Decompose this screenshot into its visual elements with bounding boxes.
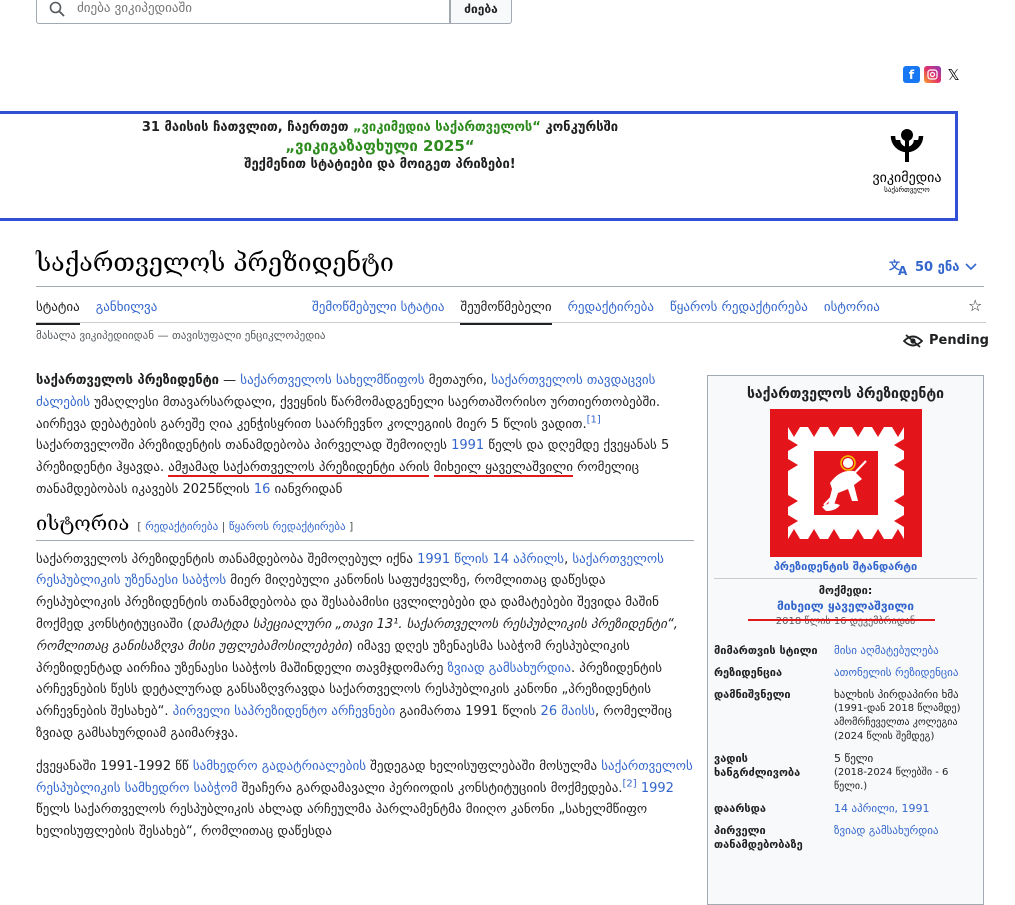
infobox-title: საქართველოს პრეზიდენტი (746, 386, 945, 402)
infobox-rows: მიმართვის სტილი მისი აღმატებულება რეზიდე… (714, 644, 979, 860)
eye-slash-icon (903, 333, 923, 348)
translate-icon: 文 A (889, 258, 908, 276)
infobox: საქართველოს პრეზიდენტი პრეზიდენტის შტანდ… (707, 375, 984, 905)
tab-unreviewed[interactable]: შეუმოწმებელი (460, 296, 552, 325)
ref-1[interactable]: [1] (587, 414, 601, 425)
intro-paragraph: საქართველოს პრეზიდენტი — საქართველოს სახ… (36, 373, 670, 497)
banner-line3: შექმენით სტატიები და მოიგეთ პრიზები! (244, 157, 516, 172)
highlighted-text: ამჟამად საქართველოს პრეზიდენტი არის (168, 460, 430, 478)
link-gamsakhurdia[interactable]: ზვიად გამსახურდია (447, 661, 571, 676)
link-1992[interactable]: 1992 (641, 781, 674, 796)
banner-contest-name: „ვიკიგაზაფხული 2025“ (285, 137, 475, 155)
infobox-row: პირველი თანამდებობაზე ზვიად გამსახურდია (714, 824, 939, 851)
facebook-icon[interactable]: f (903, 66, 920, 83)
namespace-tabs: სტატია განხილვა (36, 296, 173, 325)
banner-link[interactable]: „ვიკიმედია საქართველოს“ (353, 120, 541, 135)
site-subtitle: მასალა ვიკიპედიიდან — თავისუფალი ენციკლო… (36, 329, 326, 342)
tab-talk[interactable]: განხილვა (96, 296, 158, 325)
contest-banner[interactable]: 31 მაისის ჩათვლით, ჩაერთეთ „ვიკიმედია სა… (0, 111, 958, 221)
language-selector[interactable]: 文 A 50 ენა (889, 258, 977, 276)
wikimedia-icon (890, 129, 924, 162)
tab-reviewed[interactable]: შემოწმებული სტატია (312, 296, 444, 325)
page-title: საქართველოს პრეზიდენტი (36, 248, 394, 277)
infobox-caption[interactable]: პრეზიდენტის შტანდარტი (708, 560, 983, 573)
chevron-down-icon (965, 263, 977, 271)
section-history-heading: ისტორია[ რედაქტირება | წყაროს რედაქტირებ… (36, 512, 694, 541)
highlighted-name: მიხეილ ყაველაშვილი (433, 460, 573, 478)
tab-article[interactable]: სტატია (36, 296, 80, 325)
infobox-separator (714, 578, 977, 579)
presidential-standard-image[interactable] (770, 409, 922, 557)
link-26-may[interactable]: 26 მაისს (541, 704, 595, 719)
tabs-divider (36, 322, 986, 323)
instagram-icon[interactable] (924, 66, 941, 83)
watch-star-icon[interactable]: ☆ (968, 296, 982, 315)
tab-edit[interactable]: რედაქტირება (568, 296, 654, 325)
history-paragraph-1: საქართველოს პრეზიდენტის თანამდებობა შემო… (36, 551, 678, 741)
incumbent-name-link[interactable]: მიხეილ ყაველაშვილი (771, 599, 920, 615)
infobox-link[interactable]: ათონელის რეზიდენცია (834, 666, 958, 679)
infobox-link[interactable]: 14 აპრილი, 1991 (834, 802, 930, 815)
x-icon[interactable]: 𝕏 (945, 66, 962, 84)
section-edit-source-link[interactable]: წყაროს რედაქტირება (229, 520, 346, 533)
infobox-link[interactable]: მისი აღმატებულება (834, 644, 939, 657)
link-coup[interactable]: სამხედრო გადატრიალების (193, 759, 366, 774)
view-tabs: შემოწმებული სტატია შეუმოწმებელი რედაქტირ… (312, 296, 896, 325)
infobox-row: რეზიდენცია ათონელის რეზიდენცია (714, 666, 959, 679)
infobox-row: დაარსდა 14 აპრილი, 1991 (714, 802, 930, 815)
search-button[interactable]: ძიება (450, 0, 512, 24)
infobox-row: ვადის ხანგრძლივობა 5 წელი (2018-2024 წლე… (714, 752, 949, 792)
infobox-row: დამნიშვნელი ხალხის პირდაპირი ხმა (1991-დ… (714, 688, 961, 742)
svg-text:A: A (898, 264, 908, 276)
banner-line1: 31 მაისის ჩათვლით, ჩაერთეთ „ვიკიმედია სა… (141, 120, 619, 135)
section-edit-link[interactable]: რედაქტირება (145, 520, 218, 533)
link-first-election[interactable]: პირველი საპრეზიდენტო არჩევნები (173, 704, 396, 719)
link-16[interactable]: 16 (254, 482, 271, 497)
social-links: f 𝕏 (903, 66, 962, 84)
link-state[interactable]: საქართველოს სახელმწიფოს (240, 373, 424, 388)
wikimedia-logo[interactable]: ვიკიმედია საქართველო (862, 126, 952, 194)
history-paragraph-2: ქვეყანაში 1991-1992 წწ სამხედრო გადატრია… (36, 758, 693, 840)
search-input[interactable] (75, 0, 419, 17)
tab-edit-source[interactable]: წყაროს რედაქტირება (670, 296, 808, 325)
infobox-row: მიმართვის სტილი მისი აღმატებულება (714, 644, 939, 657)
search-icon (49, 1, 65, 17)
link-1991[interactable]: 1991 (451, 438, 484, 453)
article-body: საქართველოს პრეზიდენტი — საქართველოს სახ… (36, 370, 694, 854)
infobox-link[interactable]: ზვიად გამსახურდია (834, 824, 939, 837)
incumbent-underline (748, 619, 935, 621)
title-divider (36, 286, 984, 287)
pending-indicator[interactable]: Pending (903, 333, 989, 348)
link-date[interactable]: 1991 წლის 14 აპრილს (417, 552, 564, 567)
tab-history[interactable]: ისტორია (824, 296, 880, 325)
ref-2[interactable]: [2] (623, 778, 637, 789)
search-box[interactable] (36, 0, 450, 24)
